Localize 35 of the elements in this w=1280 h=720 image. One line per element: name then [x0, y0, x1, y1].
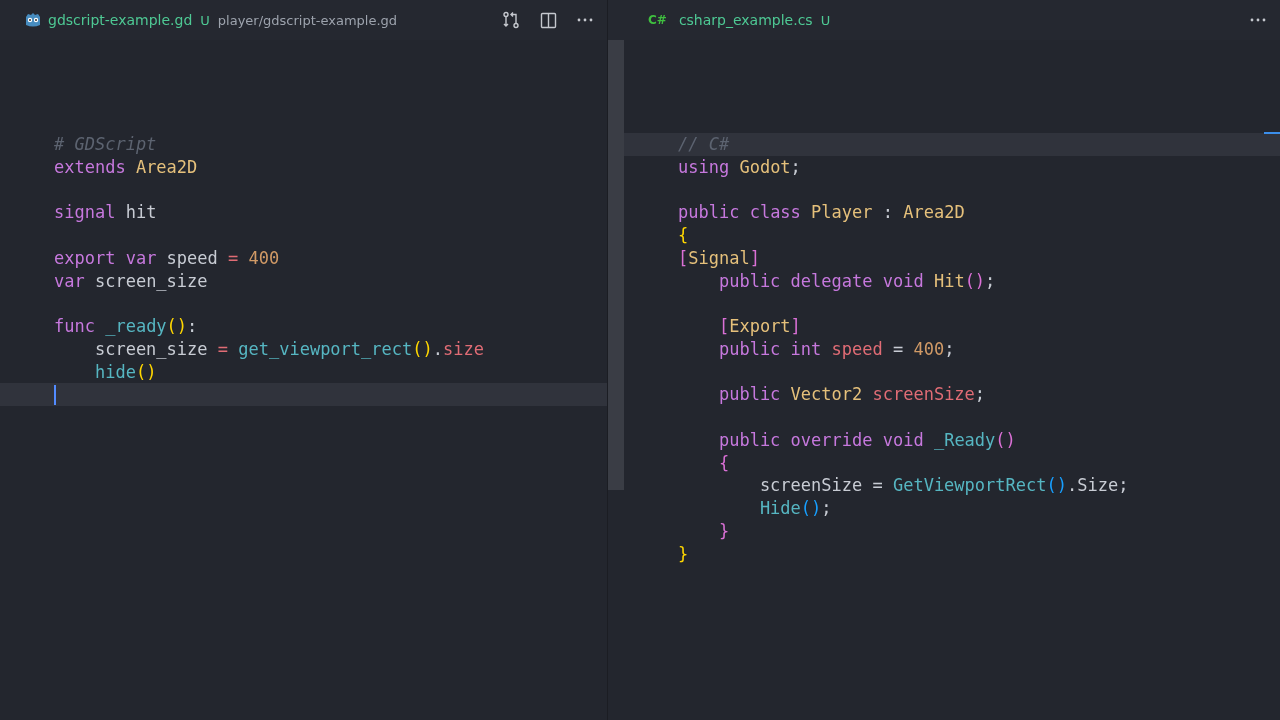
code-line: extends Area2D: [53, 155, 199, 179]
code-line: public override void _Ready(): [717, 428, 1017, 452]
code-line: }: [717, 519, 731, 543]
code-line: public Vector2 screenSize;: [717, 383, 987, 406]
language-icon: C#: [648, 13, 667, 27]
code-line: }: [677, 542, 690, 566]
scrollbar-thumb[interactable]: [608, 40, 624, 490]
file-path: player/gdscript-example.gd: [217, 12, 398, 28]
code-line: # GDScript: [53, 133, 158, 156]
more-actions-button[interactable]: [1248, 16, 1268, 24]
code-line: public class Player : Area2D: [677, 201, 966, 224]
code-line: Hide();: [758, 497, 833, 520]
code-line: screen_size = get_viewport_rect().size: [93, 337, 485, 361]
code-line: var screen_size: [53, 269, 209, 293]
code-line: screenSize = GetViewportRect().Size;: [758, 474, 1130, 497]
code-line: public int speed = 400;: [717, 337, 956, 361]
code-line: [Signal]: [677, 246, 761, 270]
more-actions-button[interactable]: [575, 16, 595, 24]
code-line: {: [677, 224, 690, 247]
code-line: hide(): [93, 360, 158, 384]
tab-filename[interactable]: gdscript-example.gd: [48, 12, 193, 28]
code-line: signal hit: [53, 201, 158, 224]
code-line: using Godot;: [677, 155, 802, 179]
code-line: func _ready():: [53, 315, 199, 338]
robot-face-icon: [24, 12, 42, 28]
code-line: public delegate void Hit();: [717, 269, 997, 293]
overview-ruler-mark: [1264, 132, 1280, 134]
text-cursor: [54, 385, 56, 406]
code-line: {: [717, 451, 731, 475]
compare-changes-button[interactable]: [500, 9, 522, 31]
code-line: export var speed = 400: [53, 246, 281, 270]
git-status-label: U: [820, 12, 831, 28]
git-status-label: U: [200, 12, 210, 28]
tab-filename[interactable]: csharp_example.cs: [678, 12, 813, 28]
code-line: [Export]: [717, 315, 802, 338]
